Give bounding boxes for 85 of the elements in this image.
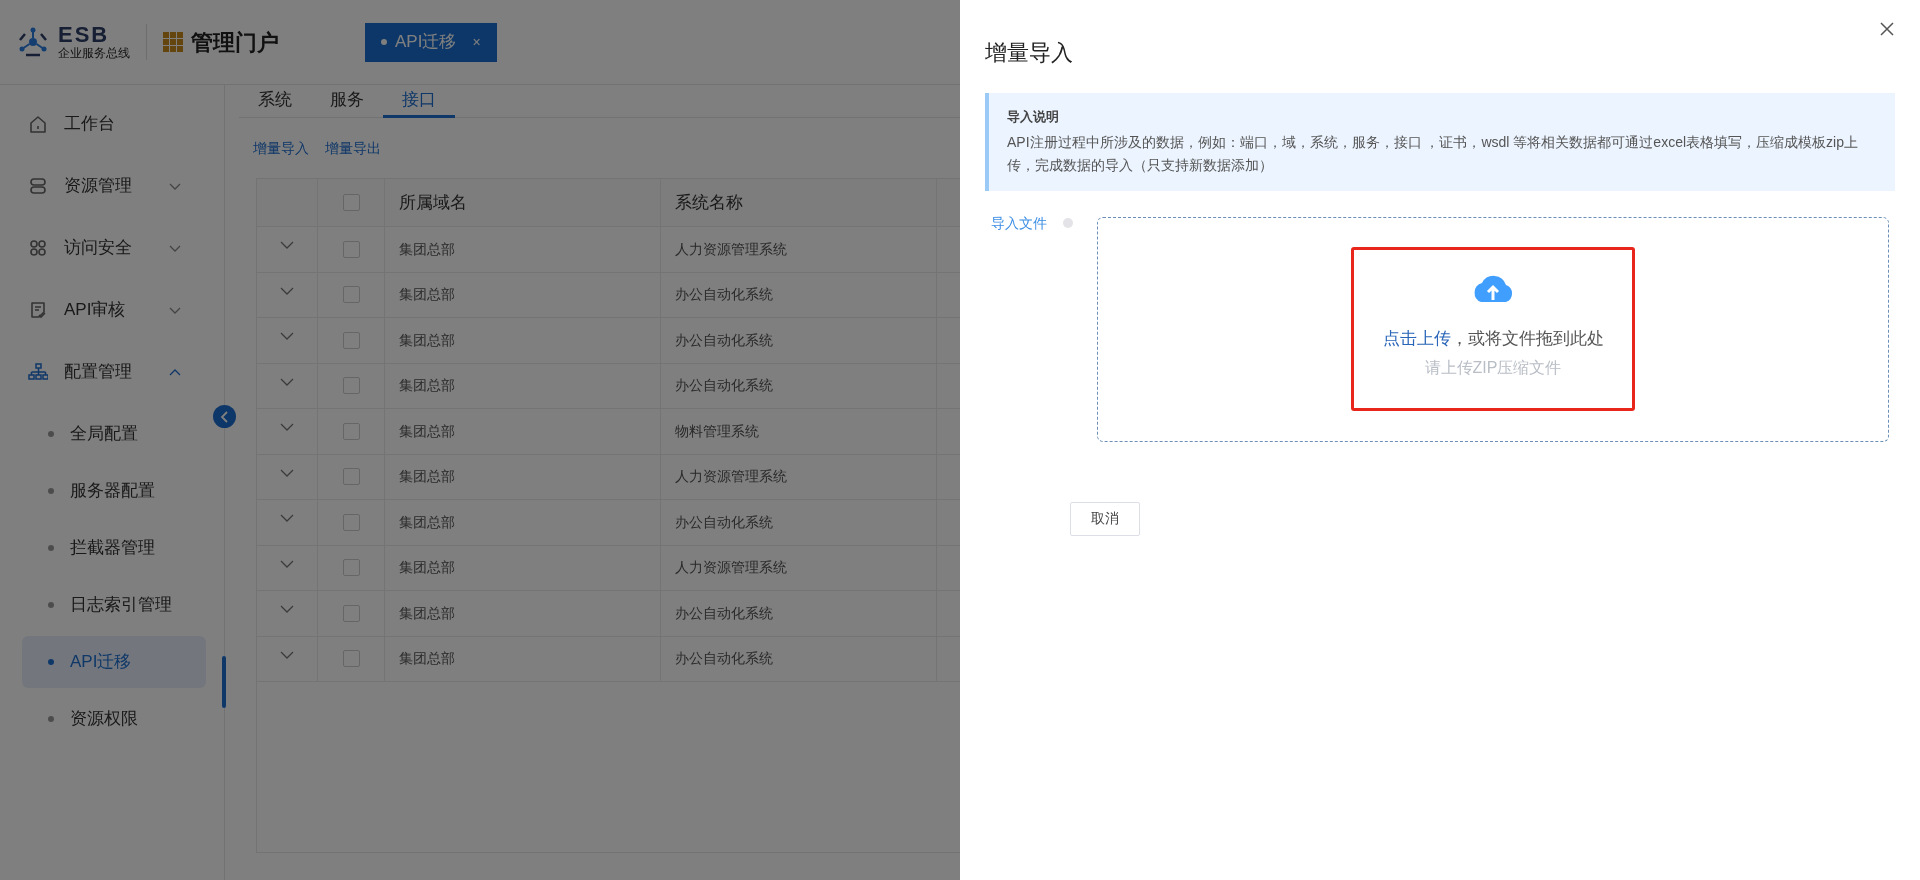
cancel-button[interactable]: 取消 bbox=[1070, 501, 1140, 536]
table-cell-text: 集团总部 bbox=[399, 421, 455, 441]
notice-title: 导入说明 bbox=[1007, 108, 1060, 126]
sidebar-subitem[interactable]: 服务器配置 bbox=[22, 465, 206, 517]
action-link[interactable]: 增量导入 bbox=[253, 138, 309, 159]
hierarchy-icon bbox=[28, 362, 48, 382]
close-icon bbox=[1880, 21, 1894, 36]
row-checkbox[interactable] bbox=[342, 240, 360, 258]
table-cell-text: 集团总部 bbox=[399, 467, 455, 487]
server-icon bbox=[28, 176, 48, 196]
table-cell-text: 集团总部 bbox=[399, 512, 455, 532]
sidebar-item[interactable]: API审核 bbox=[0, 279, 224, 341]
chevron-down-icon[interactable] bbox=[280, 286, 294, 295]
table-cell-text: 集团总部 bbox=[399, 285, 455, 305]
chevron-down-icon[interactable] bbox=[280, 423, 294, 432]
upload-instruction: 点击上传，或将文件拖到此处 bbox=[1382, 328, 1604, 351]
sidebar-subitem[interactable]: 资源权限 bbox=[22, 693, 206, 745]
upload-link[interactable]: 点击上传 bbox=[1382, 329, 1451, 349]
grid-icon bbox=[163, 32, 183, 52]
sidebar-item[interactable]: 访问安全 bbox=[0, 217, 224, 279]
chevron-left-icon bbox=[219, 410, 230, 423]
row-checkbox[interactable] bbox=[342, 468, 360, 486]
table-cell-text: 集团总部 bbox=[399, 376, 455, 396]
column-header: 所属域名 bbox=[399, 191, 467, 214]
table-cell-text: 集团总部 bbox=[399, 558, 455, 578]
row-checkbox[interactable] bbox=[342, 513, 360, 531]
row-checkbox[interactable] bbox=[342, 559, 360, 577]
upload-hint: 请上传ZIP压缩文件 bbox=[1424, 357, 1562, 378]
table-cell-text: 人力资源管理系统 bbox=[675, 558, 787, 578]
row-checkbox[interactable] bbox=[342, 331, 360, 349]
home-icon bbox=[28, 114, 48, 134]
logo-text: ESB bbox=[58, 23, 111, 46]
chevron-down-icon[interactable] bbox=[280, 514, 294, 523]
table-cell-text: 人力资源管理系统 bbox=[675, 239, 787, 259]
chevron-down-icon[interactable] bbox=[280, 559, 294, 568]
row-checkbox[interactable] bbox=[342, 422, 360, 440]
row-checkbox[interactable] bbox=[342, 604, 360, 622]
collapse-button[interactable] bbox=[213, 405, 236, 428]
table-cell-text: 集团总部 bbox=[399, 603, 455, 623]
table-cell-text: 集团总部 bbox=[399, 330, 455, 350]
logo-subtitle: 企业服务总线 bbox=[58, 45, 130, 61]
row-checkbox[interactable] bbox=[342, 286, 360, 304]
sidebar-item[interactable]: 资源管理 bbox=[0, 155, 224, 217]
table-cell-text: 办公自动化系统 bbox=[675, 603, 773, 623]
field-label: 导入文件 bbox=[991, 213, 1047, 233]
sidebar-item[interactable]: 工作台 bbox=[0, 93, 224, 155]
chevron-down-icon[interactable] bbox=[280, 468, 294, 477]
apps-icon bbox=[28, 238, 48, 258]
open-tab[interactable]: API迁移 × bbox=[365, 22, 497, 62]
table-cell-text: 集团总部 bbox=[399, 239, 455, 259]
logo-icon bbox=[16, 25, 50, 59]
close-tab-button[interactable]: × bbox=[472, 31, 481, 53]
document-check-icon bbox=[28, 300, 48, 320]
table-cell-text: 集团总部 bbox=[399, 649, 455, 669]
tab[interactable]: 接口 bbox=[383, 85, 455, 118]
table-cell-text: 办公自动化系统 bbox=[675, 649, 773, 669]
sidebar-subitem[interactable]: 全局配置 bbox=[22, 408, 206, 460]
notice-text: API注册过程中所涉及的数据，例如：端口，域，系统，服务，接口 ，证书，wsdl 等将相关数据都可通过excel表格填写，压缩成模板zip上传，完成数据的导入（只支持新数据添加） bbox=[1007, 132, 1859, 175]
tab[interactable]: 系统 bbox=[239, 85, 311, 118]
tab[interactable]: 服务 bbox=[311, 85, 383, 118]
table-cell-text: 办公自动化系统 bbox=[675, 376, 773, 396]
chevron-down-icon[interactable] bbox=[280, 332, 294, 341]
active-indicator bbox=[222, 656, 226, 708]
sidebar-item[interactable]: 配置管理 bbox=[0, 341, 224, 403]
chevron-down-icon[interactable] bbox=[280, 650, 294, 659]
portal-title: 管理门户 bbox=[191, 28, 279, 57]
chevron-down-icon[interactable] bbox=[280, 241, 294, 250]
chevron-down-icon[interactable] bbox=[280, 605, 294, 614]
drawer-title: 增量导入 bbox=[985, 39, 1074, 67]
table-cell-text: 办公自动化系统 bbox=[675, 330, 773, 350]
upload-dropzone[interactable]: 点击上传，或将文件拖到此处 请上传ZIP压缩文件 bbox=[1097, 216, 1889, 442]
action-link[interactable]: 增量导出 bbox=[325, 138, 381, 159]
row-checkbox[interactable] bbox=[342, 650, 360, 668]
sidebar-subitem[interactable]: 拦截器管理 bbox=[22, 522, 206, 574]
table-cell-text: 办公自动化系统 bbox=[675, 285, 773, 305]
table-cell-text: 物料管理系统 bbox=[675, 421, 759, 441]
table-cell-text: 人力资源管理系统 bbox=[675, 467, 787, 487]
sidebar-subitem[interactable]: 日志索引管理 bbox=[22, 579, 206, 631]
chevron-down-icon[interactable] bbox=[280, 377, 294, 386]
status-dot bbox=[1063, 218, 1073, 229]
table-cell-text: 办公自动化系统 bbox=[675, 512, 773, 532]
select-all-checkbox[interactable] bbox=[342, 194, 360, 211]
row-checkbox[interactable] bbox=[342, 377, 360, 395]
column-header: 系统名称 bbox=[675, 191, 743, 214]
sidebar-subitem[interactable]: API迁移 bbox=[22, 636, 206, 688]
